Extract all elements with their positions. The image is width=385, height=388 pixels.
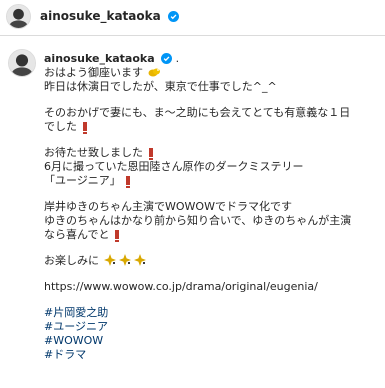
sun-emoji-icon — [148, 68, 160, 77]
sparkle-emoji-icon — [103, 254, 146, 266]
exclamation-emoji-icon — [148, 148, 153, 160]
post-avatar[interactable] — [8, 49, 36, 77]
hashtag-link[interactable]: #ドラマ — [44, 348, 86, 361]
header-username[interactable]: ainosuke_kataoka — [40, 9, 179, 23]
exclamation-emoji-icon — [114, 230, 119, 242]
exclamation-emoji-icon — [126, 176, 131, 188]
caption-line: おはよう御座います — [44, 66, 143, 79]
caption-line: 「ユージニア」 — [44, 174, 121, 187]
caption-line: なら喜んでと — [44, 228, 110, 241]
caption-line: 6月に撮っていた恩田陸さん原作のダークミステリー — [44, 160, 304, 173]
verified-badge-icon — [161, 53, 173, 64]
post-caption: ainosuke_kataoka . おはよう御座います 昨日は休演日でしたが、… — [44, 52, 380, 362]
caption-line: お待たせ致しました — [44, 146, 143, 159]
username-suffix: . — [175, 52, 180, 65]
caption-line: お楽しみに — [44, 254, 99, 267]
verified-badge-icon — [167, 11, 179, 22]
caption-line: 昨日は休演日でしたが、東京で仕事でした^_^ — [44, 80, 277, 93]
caption-line: 岸井ゆきのちゃん主演でWOWOWでドラマ化です — [44, 200, 292, 213]
caption-line: そのおかげで妻にも、ま〜之助にも会えてとても有意義な１日 — [44, 106, 351, 119]
exclamation-emoji-icon — [82, 122, 87, 134]
drama-link[interactable]: https://www.wowow.co.jp/drama/original/e… — [44, 280, 318, 293]
caption-line: ゆきのちゃんはかなり前から知り合いで、ゆきのちゃんが主演 — [44, 214, 352, 227]
hashtag-link[interactable]: #WOWOW — [44, 334, 103, 347]
hashtag-link[interactable]: #片岡愛之助 — [44, 306, 108, 319]
post-username[interactable]: ainosuke_kataoka — [44, 52, 155, 65]
caption-line: でした — [44, 120, 77, 133]
avatar[interactable] — [6, 4, 31, 29]
post-header: ainosuke_kataoka — [0, 0, 385, 36]
hashtag-link[interactable]: #ユージニア — [44, 320, 108, 333]
